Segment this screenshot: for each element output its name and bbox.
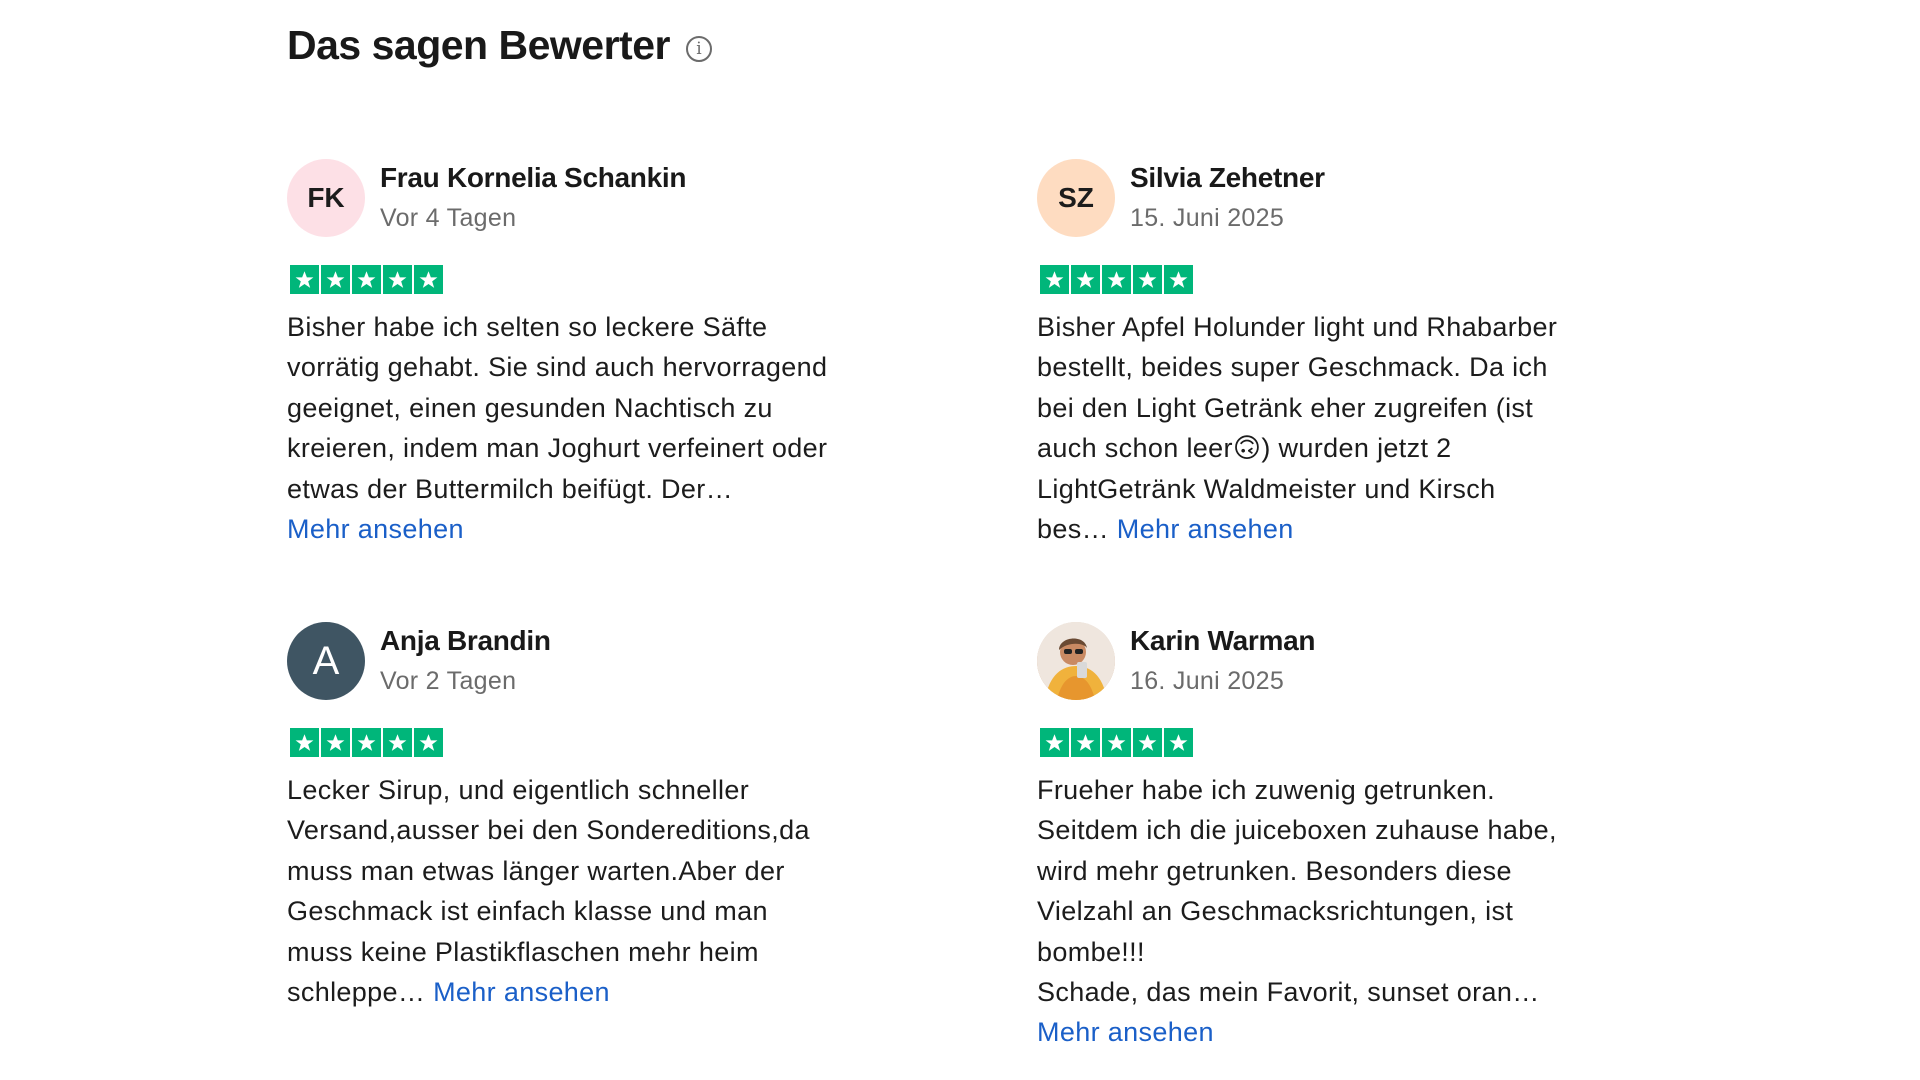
- star-icon: [1071, 728, 1100, 757]
- section-heading: Das sagen Bewerter i: [287, 22, 712, 69]
- review-text-line: Bisher Apfel Holunder light und Rhabarbe…: [1037, 312, 1558, 342]
- reviewer-name[interactable]: Anja Brandin: [380, 623, 551, 659]
- reviewer-header: A Anja Brandin Vor 2 Tagen: [287, 621, 907, 701]
- star-icon: [383, 728, 412, 757]
- review-text-tail: schleppe…: [287, 977, 434, 1008]
- star-icon: [1040, 728, 1069, 757]
- reviewer-info: Frau Kornelia Schankin Vor 4 Tagen: [380, 160, 686, 236]
- star-icon: [414, 728, 443, 757]
- star-icon: [321, 728, 350, 757]
- star-icon: [290, 265, 319, 294]
- reviews-section: Das sagen Bewerter i FK Frau Kornelia Sc…: [287, 0, 1647, 1080]
- avatar-photo: [1037, 622, 1115, 700]
- star-icon: [1102, 728, 1131, 757]
- review-text-line: auch schon leer🙃) wurden jetzt 2: [1037, 433, 1452, 464]
- star-icon: [383, 265, 412, 294]
- review-text-line: Vielzahl an Geschmacksrichtungen, ist: [1037, 896, 1514, 927]
- review-text: Frueher habe ich zuwenig getrunken. Seit…: [1037, 770, 1647, 1053]
- reviewer-name[interactable]: Silvia Zehetner: [1130, 160, 1325, 196]
- star-rating: [290, 728, 907, 757]
- review-text-line: vorrätig gehabt. Sie sind auch hervorrag…: [287, 352, 828, 383]
- review-text-line: Lecker Sirup, und eigentlich schneller: [287, 775, 750, 805]
- reviewer-header: Karin Warman 16. Juni 2025: [1037, 621, 1657, 701]
- review-text: Lecker Sirup, und eigentlich schneller V…: [287, 770, 897, 1012]
- review-card: SZ Silvia Zehetner 15. Juni 2025 Bisher …: [1037, 158, 1657, 549]
- review-card: A Anja Brandin Vor 2 Tagen Lecker Sirup,…: [287, 621, 907, 1012]
- star-rating: [290, 265, 907, 294]
- review-text-line: Versand,ausser bei den Sondereditions,da: [287, 815, 810, 846]
- review-text-line: LightGetränk Waldmeister und Kirsch: [1037, 473, 1496, 504]
- avatar[interactable]: A: [287, 622, 365, 700]
- more-link[interactable]: Mehr ansehen: [287, 514, 464, 544]
- review-text: Bisher Apfel Holunder light und Rhabarbe…: [1037, 307, 1647, 549]
- review-text-line: bestellt, beides super Geschmack. Da ich: [1037, 352, 1548, 383]
- review-text-line: bei den Light Getränk eher zugreifen (is…: [1037, 392, 1534, 423]
- reviewer-info: Silvia Zehetner 15. Juni 2025: [1130, 160, 1325, 236]
- star-icon: [352, 728, 381, 757]
- star-icon: [1071, 265, 1100, 294]
- more-link[interactable]: Mehr ansehen: [433, 977, 610, 1007]
- reviewer-info: Karin Warman 16. Juni 2025: [1130, 623, 1315, 699]
- more-link[interactable]: Mehr ansehen: [1117, 514, 1294, 544]
- review-text-tail: bes…: [1037, 514, 1117, 545]
- review-text-line: Geschmack ist einfach klasse und man: [287, 896, 768, 927]
- avatar[interactable]: FK: [287, 159, 365, 237]
- review-text-line: Bisher habe ich selten so leckere Säfte: [287, 312, 768, 342]
- reviewer-name[interactable]: Frau Kornelia Schankin: [380, 160, 686, 196]
- star-icon: [1040, 265, 1069, 294]
- review-text-line: muss man etwas länger warten.Aber der: [287, 855, 785, 886]
- star-icon: [1164, 265, 1193, 294]
- review-text-line: muss keine Plastikflaschen mehr heim: [287, 936, 759, 967]
- reviewer-info: Anja Brandin Vor 2 Tagen: [380, 623, 551, 699]
- reviewer-name[interactable]: Karin Warman: [1130, 623, 1315, 659]
- review-text: Bisher habe ich selten so leckere Säfte …: [287, 307, 897, 549]
- review-date: Vor 4 Tagen: [380, 204, 517, 232]
- reviewer-header: SZ Silvia Zehetner 15. Juni 2025: [1037, 158, 1657, 238]
- avatar[interactable]: [1037, 622, 1115, 700]
- star-icon: [1102, 265, 1131, 294]
- review-date: 16. Juni 2025: [1130, 667, 1285, 695]
- reviewer-header: FK Frau Kornelia Schankin Vor 4 Tagen: [287, 158, 907, 238]
- review-card: FK Frau Kornelia Schankin Vor 4 Tagen Bi…: [287, 158, 907, 549]
- review-text-line: wird mehr getrunken. Besonders diese: [1037, 855, 1512, 886]
- review-date: 15. Juni 2025: [1130, 204, 1285, 232]
- review-text-line: etwas der Buttermilch beifügt. Der…: [287, 473, 733, 504]
- section-title: Das sagen Bewerter: [287, 22, 670, 68]
- review-text-line: Seitdem ich die juiceboxen zuhause habe,: [1037, 815, 1557, 846]
- review-card: Karin Warman 16. Juni 2025 Frueher habe …: [1037, 621, 1657, 1053]
- review-text-line: kreieren, indem man Joghurt verfeinert o…: [287, 433, 828, 464]
- review-date: Vor 2 Tagen: [380, 667, 517, 695]
- star-icon: [1133, 265, 1162, 294]
- star-icon: [414, 265, 443, 294]
- star-rating: [1040, 265, 1657, 294]
- star-icon: [321, 265, 350, 294]
- star-icon: [1164, 728, 1193, 757]
- more-link[interactable]: Mehr ansehen: [1037, 1017, 1214, 1047]
- star-icon: [352, 265, 381, 294]
- review-text-line: geeignet, einen gesunden Nachtisch zu: [287, 392, 773, 423]
- star-icon: [1133, 728, 1162, 757]
- review-text-line: Frueher habe ich zuwenig getrunken.: [1037, 775, 1496, 805]
- avatar[interactable]: SZ: [1037, 159, 1115, 237]
- review-text-line: bombe!!!: [1037, 936, 1145, 967]
- star-rating: [1040, 728, 1657, 757]
- star-icon: [290, 728, 319, 757]
- info-icon[interactable]: i: [685, 35, 712, 62]
- review-text-line: Schade, das mein Favorit, sunset oran…: [1037, 977, 1540, 1008]
